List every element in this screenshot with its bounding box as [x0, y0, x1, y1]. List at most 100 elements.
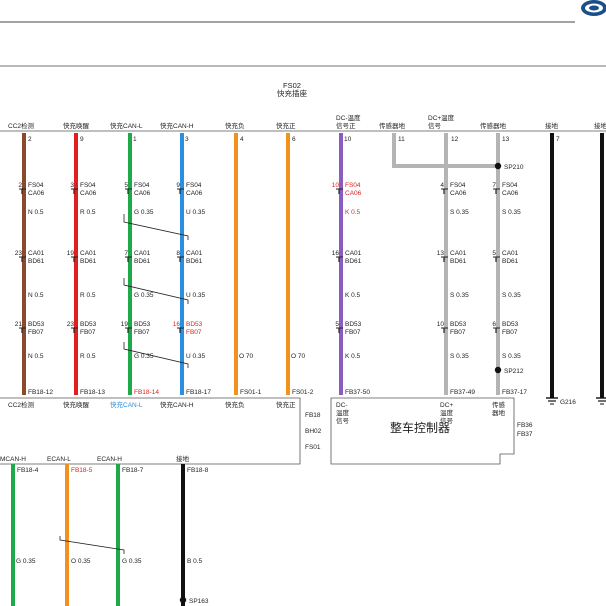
fs02-pin-canl: 1	[133, 136, 137, 143]
pin-label-dcp-line2: 信号	[428, 121, 442, 130]
connector-label-ca01-wake: CA01	[80, 250, 97, 257]
pin-number-bd53-dcm: 5	[335, 321, 339, 328]
box-id-fs01: FS01	[305, 444, 321, 451]
lower-terminal-1: FB18-4	[17, 467, 39, 474]
connector-label-ca01-canh: CA01	[186, 250, 203, 257]
pin-label-gnd1: 接地	[545, 121, 559, 130]
connector-label-bd53-cc2: BD53	[28, 321, 45, 328]
pin-number-ca01-dcp: 13	[437, 250, 445, 257]
wire-spec-sg-3: S 0.35	[502, 353, 521, 360]
pin-label-pos: 快充正	[276, 121, 296, 130]
bottom-label-dcp-2: 信号	[440, 416, 454, 425]
bottom-label-dcm-0: DC-	[336, 402, 348, 409]
terminal-9: FB37-17	[502, 389, 527, 396]
splice-label-sp163: SP163	[189, 598, 209, 605]
wire-spec-canl-3: G 0.35	[134, 353, 154, 360]
fs02-pin-dcm: 10	[344, 136, 352, 143]
lower-label-ecanh: ECAN-H	[97, 456, 122, 463]
splice-sp212	[494, 366, 502, 374]
ground-symbol-2	[596, 397, 606, 405]
pin-label-canl: 快充CAN-L	[110, 121, 143, 130]
box-id-fb37: FB37	[517, 431, 533, 438]
connector-label-fs04-canl: FS04	[134, 182, 150, 189]
ground-symbol-g216	[546, 397, 558, 405]
pin-number-fs04-canl: 5	[124, 182, 128, 189]
connector-label-bd61-canh: BD61	[186, 258, 203, 265]
connector-row-fs04: 2 FS04CA063 FS04CA065 FS04CA069 FS04CA0610 FS…	[18, 182, 518, 197]
wire-spec-canl-2: G 0.35	[134, 292, 154, 299]
pin-label-neg: 快充负	[225, 121, 245, 130]
connector-label-bd53-wake: BD53	[80, 321, 97, 328]
connector-label-ca06-sg: CA06	[502, 190, 519, 197]
fs02-pin-pos: 6	[292, 136, 296, 143]
pin-label-dcp-line1: DC+温度	[428, 113, 455, 122]
wiring-diagram: FS02 快充插座 CC2检测 快充唤醒 快充CAN-L 快充CAN-H 快充负…	[0, 0, 606, 606]
connector-name-fs02: 快充插座	[277, 88, 307, 98]
lower-twisted-pair-marker	[59, 536, 125, 554]
wire-spec-wake-3: R 0.5	[80, 353, 96, 360]
connector-label-fb07-canl: FB07	[134, 329, 150, 336]
wire-spec-dcm-3: K 0.5	[345, 353, 361, 360]
wire-spec-cc2-2: N 0.5	[28, 292, 44, 299]
terminal-1: FB18-12	[28, 389, 53, 396]
pin-number-bd53-wake: 23	[67, 321, 75, 328]
connector-label-bd53-canl: BD53	[134, 321, 151, 328]
connector-label-fb07-cc2: FB07	[28, 329, 44, 336]
pin-label-dcm-line1: DC-温度	[336, 113, 361, 122]
terminal-labels: FB18-12 FB18-13 FB18-14 FB18-17 FS01-1 FS01-2…	[28, 389, 527, 396]
pin-number-bd53-dcp: 10	[437, 321, 445, 328]
wire-spec-dcm-1: K 0.5	[345, 209, 361, 216]
terminal-6: FS01-2	[292, 389, 314, 396]
wire-spec-sg-1: S 0.35	[502, 209, 521, 216]
wire-spec-cc2-1: N 0.5	[28, 209, 44, 216]
connector-label-bd53-sg: BD53	[502, 321, 519, 328]
pin-number-fs04-dcm: 10	[332, 182, 340, 189]
connector-label-fs04-sg: FS04	[502, 182, 518, 189]
splice-label-sp212: SP212	[504, 368, 524, 375]
wire-spec-cc2-3: N 0.5	[28, 353, 44, 360]
bottom-label-pos: 快充正	[276, 400, 296, 409]
connector-label-ca01-cc2: CA01	[28, 250, 45, 257]
splice-sp163	[179, 596, 187, 604]
terminal-3: FB18-14	[134, 389, 159, 396]
fs02-pin-sg2: 13	[502, 136, 510, 143]
pin-number-bd53-canl: 19	[121, 321, 129, 328]
fs02-pin-dcp: 12	[451, 136, 459, 143]
connector-label-bd61-sg: BD61	[502, 258, 519, 265]
splice-sp210	[494, 162, 502, 170]
pin-label-gnd2: 接地	[594, 121, 606, 130]
bottom-label-neg: 快充负	[225, 400, 245, 409]
lower-terminal-3: FB18-7	[122, 467, 144, 474]
lower-terminal-2: FB18-5	[71, 467, 93, 474]
terminal-2: FB18-13	[80, 389, 105, 396]
connector-label-bd61-dcp: BD61	[450, 258, 467, 265]
fs02-pin-wake: 9	[80, 136, 84, 143]
terminal-7: FB37-50	[345, 389, 370, 396]
lower-label-ecanl: ECAN-L	[47, 456, 71, 463]
connector-label-fs04-canh: FS04	[186, 182, 202, 189]
connector-label-bd61-dcm: BD61	[345, 258, 362, 265]
wire-spec-wake-2: R 0.5	[80, 292, 96, 299]
lower-wire-spec-3: G 0.35	[122, 558, 142, 565]
wire-spec-pos: O 70	[291, 353, 305, 360]
twisted-pair-marker-2	[123, 278, 189, 304]
terminal-8: FB37-49	[450, 389, 475, 396]
pin-number-fs04-dcp: 4	[440, 182, 444, 189]
connector-label-fs04-dcp: FS04	[450, 182, 466, 189]
pin-number-fs04-wake: 3	[70, 182, 74, 189]
terminal-5: FS01-1	[240, 389, 262, 396]
wire-spec-canh-1: U 0.35	[186, 209, 206, 216]
bottom-label-canh: 快充CAN-H	[160, 400, 194, 409]
bottom-label-dcm-2: 信号	[336, 416, 350, 425]
pin-number-ca01-sg: 5	[492, 250, 496, 257]
connector-label-ca06-canl: CA06	[134, 190, 151, 197]
connector-label-fb07-wake: FB07	[80, 329, 96, 336]
connector-label-fb07-sg: FB07	[502, 329, 518, 336]
bottom-label-sg-0: 传感	[492, 400, 506, 409]
splice-label-sp210: SP210	[504, 164, 524, 171]
connector-label-ca06-dcp: CA06	[450, 190, 467, 197]
pin-number-ca01-canl: 7	[124, 250, 128, 257]
connector-label-fs04-dcm: FS04	[345, 182, 361, 189]
pin-number-ca01-dcm: 16	[332, 250, 340, 257]
wire-spec-canh-3: U 0.35	[186, 353, 206, 360]
